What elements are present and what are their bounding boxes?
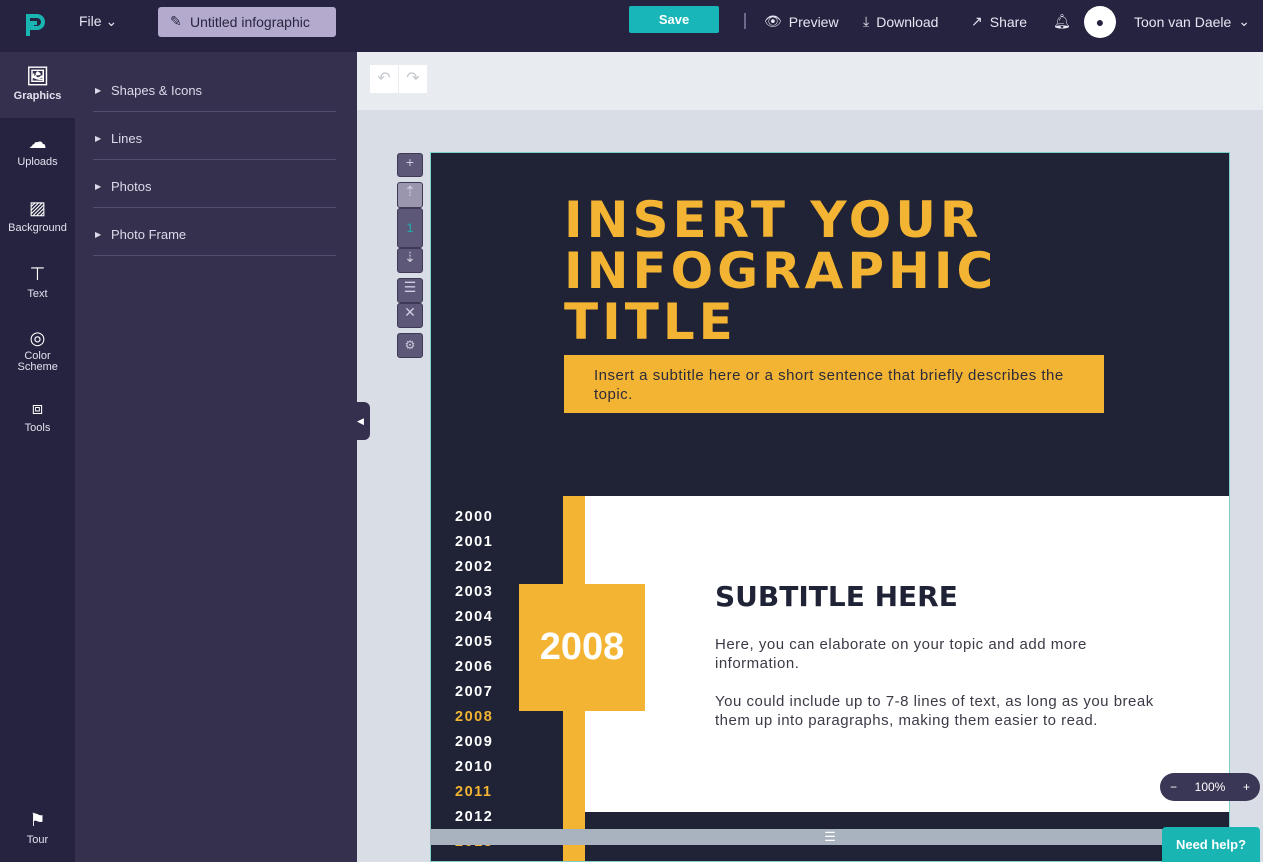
year-label[interactable]: 2007 [455,680,493,705]
add-page-button[interactable]: + [397,153,423,177]
infographic-canvas[interactable]: INSERT YOUR INFOGRAPHIC TITLE Insert a s… [430,152,1230,862]
divider [744,13,746,29]
eye-icon: 👁 [764,13,782,29]
toolbox-icon: ⧈ [31,398,44,418]
zoom-out-button[interactable]: − [1170,780,1177,794]
collapse-panel-button[interactable]: ◀ [355,402,370,440]
redo-button[interactable]: ↷ [399,65,427,93]
panel-item-shapes-icons[interactable]: ▶ Shapes & Icons [93,64,336,112]
year-badge[interactable]: 2008 [519,584,645,711]
pencil-icon: ✎ [170,13,182,29]
year-label[interactable]: 2002 [455,555,493,580]
year-label[interactable]: 2004 [455,605,493,630]
share-icon: ↗ [971,13,983,29]
infographic-title[interactable]: INSERT YOUR INFOGRAPHIC TITLE [564,195,993,348]
top-bar: File ⌄ ✎ Untitled infographic Save 👁 Previ… [0,0,1263,52]
hatch-icon: ▨ [28,198,46,218]
card-title[interactable]: SUBTITLE HERE [715,580,958,613]
panel-item-photo-frame[interactable]: ▶ Photo Frame [93,208,336,256]
signpost-icon: ⚑ [29,810,46,830]
icon-rail: 🖼︎ Graphics ☁ Uploads ▨ Background ⊤ Text ◎ C… [0,52,75,862]
download-icon: ⤓ [863,13,870,29]
rail-text[interactable]: ⊤ Text [0,264,75,300]
year-label[interactable]: 2012 [455,805,493,830]
move-page-down-button[interactable]: ⇣ [397,248,423,273]
rail-graphics[interactable]: 🖼︎ Graphics [0,52,75,118]
page-settings-button[interactable]: ⚙ [397,333,423,358]
preview-button[interactable]: 👁 Preview [764,13,839,30]
year-label[interactable]: 2006 [455,655,493,680]
bell-icon[interactable]: 🔔︎ [1053,13,1071,30]
year-label[interactable]: 2005 [455,630,493,655]
panel-item-photos[interactable]: ▶ Photos [93,160,336,208]
panel-item-lines[interactable]: ▶ Lines [93,112,336,160]
year-label[interactable]: 2010 [455,755,493,780]
page-number: 1 [397,208,423,248]
chevron-down-icon: ⌄ [1238,13,1251,29]
app-logo[interactable] [24,12,48,38]
graphics-panel: ▶ Shapes & Icons ▶ Lines ▶ Photos ▶ Photo Fr… [75,52,357,862]
infographic-subtitle[interactable]: Insert a subtitle here or a short senten… [564,355,1104,413]
rail-color-scheme[interactable]: ◎ Color Scheme [0,328,75,373]
undo-button[interactable]: ↶ [370,65,398,93]
year-list: 2000 2001 2002 2003 2004 2005 2006 2007 2008 2009… [455,505,493,855]
rail-uploads[interactable]: ☁ Uploads [0,132,75,168]
canvas-scrollbar[interactable]: ☰ [430,829,1230,845]
hamburger-icon: ☰ [824,829,836,844]
zoom-control: − 100% + [1160,773,1260,801]
rail-tour[interactable]: ⚑ Tour [0,810,75,846]
text-icon: ⊤ [29,264,46,284]
rail-background[interactable]: ▨ Background [0,198,75,234]
year-label[interactable]: 2001 [455,530,493,555]
move-page-up-button[interactable]: ⇡ [397,182,423,208]
card-paragraph-2[interactable]: You could include up to 7-8 lines of tex… [715,692,1155,730]
year-label[interactable]: 2008 [455,705,493,730]
duplicate-page-button[interactable]: ☰ [397,278,423,303]
year-label[interactable]: 2003 [455,580,493,605]
cloud-upload-icon: ☁ [28,132,47,152]
save-button[interactable]: Save [629,6,719,33]
avatar[interactable]: ● [1084,6,1116,38]
share-button[interactable]: ↗ Share [971,13,1027,30]
zoom-in-button[interactable]: + [1243,780,1250,794]
file-menu[interactable]: File ⌄ [79,13,117,30]
year-label[interactable]: 2000 [455,505,493,530]
image-icon: 🖼︎ [26,66,49,86]
download-button[interactable]: ⤓ Download [863,13,938,30]
year-label[interactable]: 2011 [455,780,493,805]
document-title-input[interactable]: ✎ Untitled infographic [158,7,336,37]
editor-toolbar: ↶ ↷ [357,52,1263,110]
card-paragraph-1[interactable]: Here, you can elaborate on your topic an… [715,635,1155,673]
palette-icon: ◎ [29,328,46,348]
delete-page-button[interactable]: ✕ [397,303,423,328]
year-label[interactable]: 2009 [455,730,493,755]
chevron-down-icon: ⌄ [105,13,118,29]
user-menu[interactable]: Toon van Daele ⌄ [1134,13,1250,30]
zoom-level: 100% [1194,780,1226,794]
need-help-button[interactable]: Need help? [1162,827,1260,862]
rail-tools[interactable]: ⧈ Tools [0,398,75,434]
